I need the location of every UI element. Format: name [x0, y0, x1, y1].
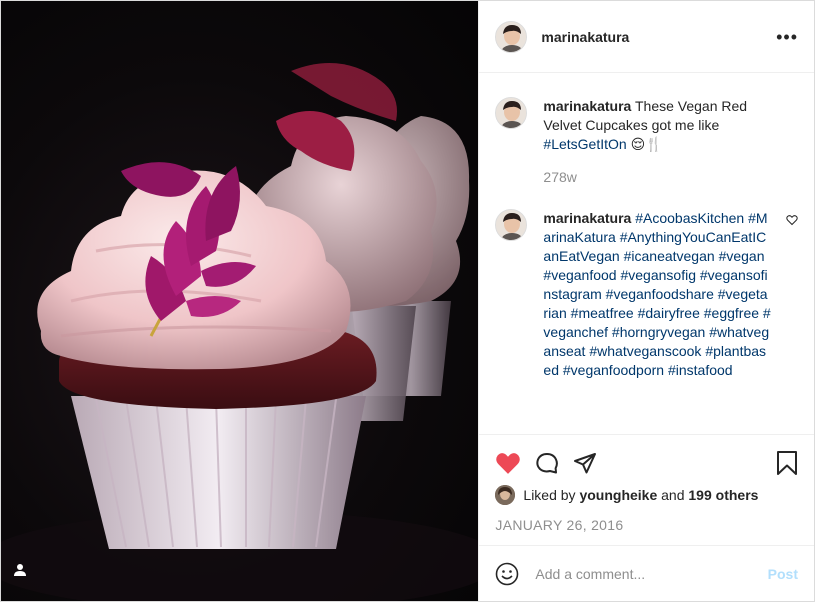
profile-photo-icon — [496, 210, 527, 240]
hashtag-link[interactable]: #icaneatvegan — [624, 248, 715, 264]
hashtag-link[interactable]: #dairyfree — [638, 305, 700, 321]
liked-by-middle: and — [657, 487, 689, 503]
post-details-panel: marinakatura ••• marinakatura These Vega… — [478, 1, 814, 601]
action-icons — [495, 443, 798, 483]
comment-username[interactable]: marinakatura — [543, 210, 631, 226]
heart-outline-icon — [786, 215, 798, 226]
profile-photo-icon — [496, 21, 527, 52]
emoji-button[interactable] — [495, 562, 519, 586]
liker-avatar[interactable] — [495, 485, 516, 505]
comment-icon — [536, 453, 559, 474]
hashtag-link[interactable]: #eggfree — [704, 305, 759, 321]
caption-username[interactable]: marinakatura — [543, 98, 631, 114]
avatar[interactable] — [495, 97, 528, 129]
post-author-username[interactable]: marinakatura — [541, 29, 629, 45]
liked-by-prefix: Liked by — [523, 487, 580, 503]
liker-username[interactable]: youngheike — [579, 487, 657, 503]
hashtag-link[interactable]: #AcoobasKitchen — [635, 210, 744, 226]
post-image[interactable] — [1, 1, 479, 601]
hashtag-link[interactable]: #instafood — [668, 362, 733, 378]
bookmark-icon — [777, 451, 797, 475]
comment: marinakatura #AcoobasKitchen #MarinaKatu… — [495, 209, 798, 380]
hashtag-link[interactable]: #LetsGetItOn — [543, 136, 626, 152]
profile-photo-icon — [496, 98, 527, 128]
post-date[interactable]: JANUARY 26, 2016 — [495, 517, 798, 533]
share-button[interactable] — [573, 451, 597, 475]
like-button[interactable] — [495, 451, 521, 475]
save-button[interactable] — [776, 451, 798, 475]
heart-filled-icon — [496, 453, 521, 474]
comment-button[interactable] — [535, 451, 559, 475]
paper-plane-icon — [574, 453, 597, 474]
user-icon — [14, 564, 26, 576]
hashtag-link[interactable]: #horngryvegan — [612, 324, 705, 340]
instagram-post: marinakatura ••• marinakatura These Vega… — [0, 0, 815, 602]
smiley-icon — [496, 562, 519, 585]
comment-text: marinakatura #AcoobasKitchen #MarinaKatu… — [543, 209, 771, 380]
comment-hashtags: #AcoobasKitchen #MarinaKatura #AnythingY… — [543, 210, 770, 378]
hashtag-link[interactable]: #veganfood — [543, 267, 616, 283]
likes-count[interactable]: 199 others — [688, 487, 758, 503]
caption-emoji: 😌🍴 — [630, 136, 663, 152]
hashtag-link[interactable]: #vegan — [719, 248, 765, 264]
likes-summary: Liked by youngheike and 199 others — [495, 485, 798, 505]
post-header: marinakatura ••• — [479, 1, 814, 73]
profile-photo-icon — [495, 485, 516, 505]
cupcake-photo — [1, 63, 479, 601]
caption-timestamp[interactable]: 278w — [543, 168, 771, 187]
comment-input[interactable] — [533, 564, 768, 583]
hashtag-link[interactable]: #meatfree — [571, 305, 634, 321]
hashtag-link[interactable]: #whatveganscook — [589, 343, 701, 359]
comments-section: marinakatura These Vegan Red Velvet Cupc… — [479, 73, 814, 434]
post-comment-button[interactable]: Post — [768, 566, 798, 582]
more-options-icon[interactable]: ••• — [776, 28, 798, 46]
tagged-users-button[interactable] — [13, 563, 41, 591]
avatar[interactable] — [495, 209, 528, 241]
post-actions: Liked by youngheike and 199 others JANUA… — [479, 434, 814, 545]
like-comment-button[interactable] — [786, 213, 798, 231]
caption: marinakatura These Vegan Red Velvet Cupc… — [495, 97, 798, 187]
add-comment-bar: Post — [479, 545, 814, 601]
caption-text: marinakatura These Vegan Red Velvet Cupc… — [543, 97, 771, 187]
avatar[interactable] — [495, 20, 528, 53]
hashtag-link[interactable]: #vegansofig — [620, 267, 696, 283]
hashtag-link[interactable]: #veganfoodshare — [606, 286, 714, 302]
hashtag-link[interactable]: #veganfoodporn — [563, 362, 664, 378]
